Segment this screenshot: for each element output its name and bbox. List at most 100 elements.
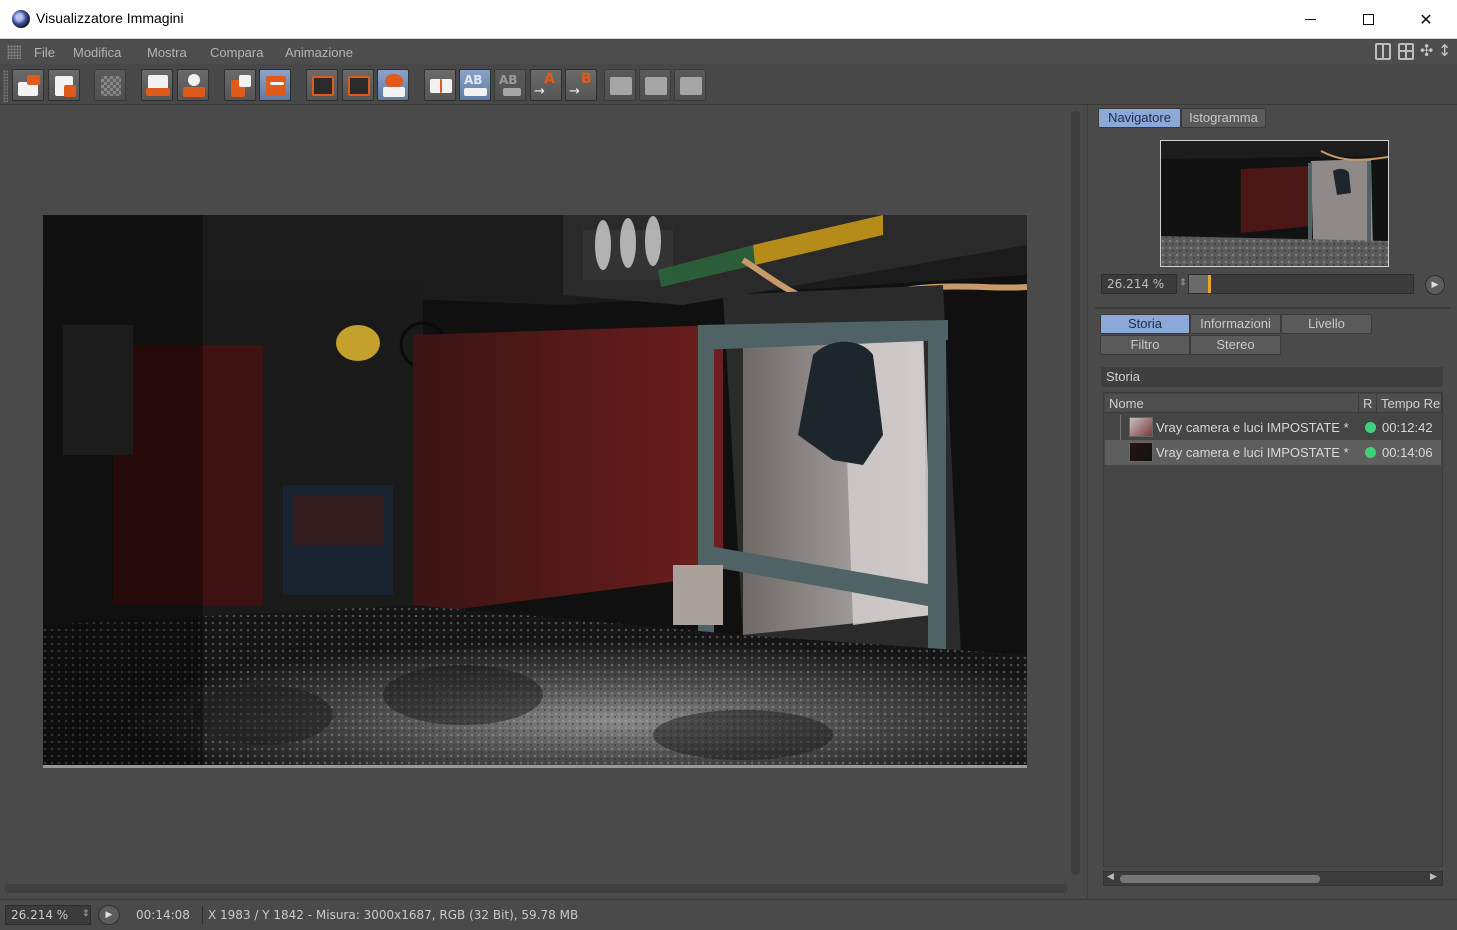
- menu-animazione[interactable]: Animazione: [285, 45, 353, 60]
- toolbar-grip[interactable]: [3, 70, 8, 102]
- menu-bar: File Modifica Mostra Compara Animazione: [0, 40, 1457, 64]
- alpha-channel-button[interactable]: [94, 69, 126, 101]
- minimize-icon: [1304, 19, 1316, 20]
- panel-divider[interactable]: [1095, 307, 1451, 309]
- navigator-zoom-slider[interactable]: [1188, 274, 1414, 294]
- toolbar: AB AB A → B →: [0, 64, 1457, 105]
- view-mode-1-button[interactable]: [306, 69, 338, 101]
- view-frame-icon: [312, 76, 334, 96]
- stereo-view-3-button[interactable]: [674, 69, 706, 101]
- tab-istogramma[interactable]: Istogramma: [1181, 108, 1266, 128]
- menu-grip-icon[interactable]: [7, 45, 21, 59]
- set-a-button[interactable]: A →: [530, 69, 562, 101]
- image-viewer-window: Visualizzatore Immagini ✕ File Modifica …: [0, 0, 1457, 930]
- render-thumbnail: [1129, 442, 1153, 462]
- move-panel-icon[interactable]: ✣: [1420, 41, 1433, 60]
- menu-mostra[interactable]: Mostra: [147, 45, 187, 60]
- view-mode-3-button[interactable]: [377, 69, 409, 101]
- maximize-icon: [1362, 14, 1374, 25]
- history-row-name: Vray camera e luci IMPOSTATE *: [1156, 445, 1349, 460]
- render-region-button[interactable]: [141, 69, 173, 101]
- tab-informazioni[interactable]: Informazioni: [1190, 314, 1281, 334]
- scroll-right-icon[interactable]: ▶: [1430, 872, 1437, 882]
- stack-icon: [266, 76, 286, 96]
- tab-storia[interactable]: Storia: [1100, 314, 1190, 334]
- stereo-view-2-button[interactable]: [639, 69, 671, 101]
- column-nome[interactable]: Nome: [1105, 394, 1359, 413]
- tab-livello[interactable]: Livello: [1281, 314, 1372, 334]
- user-icon: [188, 74, 200, 86]
- play-icon: ▶: [105, 910, 113, 920]
- status-dot-icon: [1365, 447, 1376, 458]
- save-button[interactable]: [48, 69, 80, 101]
- status-divider: [202, 906, 203, 924]
- stereo-3-icon: [680, 77, 702, 95]
- zoom-spinner-icon[interactable]: ⇕: [1179, 278, 1187, 288]
- view-frame-2-icon: [348, 76, 370, 96]
- view-mode-2-button[interactable]: [342, 69, 374, 101]
- render-garage-scene: [43, 215, 1027, 765]
- group-icon: [385, 74, 403, 88]
- cinema4d-app-icon: [12, 10, 30, 28]
- navigator-thumbnail[interactable]: [1160, 140, 1389, 267]
- scroll-thumb[interactable]: [1120, 875, 1320, 883]
- window-title: Visualizzatore Immagini: [36, 10, 184, 26]
- column-tempo[interactable]: Tempo Re: [1377, 394, 1442, 413]
- ab-split-label: AB: [464, 73, 483, 87]
- compare-ab-button[interactable]: [424, 69, 456, 101]
- status-bar: 26.214 % ⇕ ▶ 00:14:08 X 1983 / Y 1842 - …: [0, 899, 1457, 930]
- image-viewport[interactable]: [0, 105, 1088, 898]
- status-image-info: X 1983 / Y 1842 - Misura: 3000x1687, RGB…: [208, 908, 579, 922]
- menu-modifica[interactable]: Modifica: [73, 45, 121, 60]
- viewer-horizontal-scrollbar[interactable]: [4, 884, 1068, 893]
- play-icon: ▶: [1431, 280, 1439, 290]
- navigator-play-button[interactable]: ▶: [1425, 275, 1445, 295]
- status-zoom-spinner-icon[interactable]: ⇕: [82, 909, 90, 919]
- open-file-button[interactable]: [12, 69, 44, 101]
- status-play-button[interactable]: ▶: [98, 905, 120, 925]
- navigator-preview: [1161, 141, 1388, 266]
- zoom-slider-handle[interactable]: [1189, 275, 1212, 293]
- history-list[interactable]: Nome R Tempo Re Vray camera e luci IMPOS…: [1103, 392, 1443, 867]
- ab-overlay-label: AB: [499, 73, 518, 87]
- status-zoom-field[interactable]: 26.214 %: [5, 905, 91, 925]
- history-horizontal-scrollbar[interactable]: ◀ ▶: [1103, 871, 1443, 886]
- history-row[interactable]: Vray camera e luci IMPOSTATE * 00:14:06: [1105, 440, 1441, 465]
- history-row-time: 00:14:06: [1382, 445, 1433, 460]
- checker-icon: [101, 76, 121, 96]
- storia-section-header: Storia: [1101, 367, 1443, 387]
- menu-file[interactable]: File: [34, 45, 55, 60]
- status-render-time: 00:14:08: [136, 908, 190, 922]
- close-button[interactable]: ✕: [1397, 0, 1455, 39]
- layout-add-icon[interactable]: [1398, 43, 1414, 60]
- maximize-button[interactable]: [1339, 0, 1397, 39]
- close-icon: ✕: [1419, 10, 1433, 29]
- tab-stereo[interactable]: Stereo: [1190, 335, 1281, 355]
- side-panel: Navigatore Istogramma 26.214 % ⇕ ▶ Stori: [1089, 105, 1457, 898]
- set-b-button[interactable]: B →: [565, 69, 597, 101]
- scroll-left-icon[interactable]: ◀: [1107, 872, 1114, 882]
- expand-arrows-icon[interactable]: ↕: [1438, 41, 1451, 60]
- arrow-right-b-icon: →: [569, 84, 580, 99]
- rendered-image: [43, 215, 1027, 768]
- compare-ab-split-button[interactable]: AB: [459, 69, 491, 101]
- viewer-vertical-scrollbar[interactable]: [1071, 111, 1080, 875]
- history-row-time: 00:12:42: [1382, 420, 1433, 435]
- region-icon: [148, 75, 168, 89]
- paste-layer-button[interactable]: [259, 69, 291, 101]
- arrow-right-icon: →: [534, 84, 545, 99]
- navigator-zoom-field[interactable]: 26.214 %: [1101, 274, 1177, 294]
- stereo-view-1-button[interactable]: [604, 69, 636, 101]
- tab-navigatore[interactable]: Navigatore: [1098, 108, 1181, 128]
- minimize-button[interactable]: [1281, 0, 1339, 39]
- layout-single-icon[interactable]: [1375, 43, 1391, 60]
- render-user-button[interactable]: [177, 69, 209, 101]
- tab-filtro[interactable]: Filtro: [1100, 335, 1190, 355]
- stereo-2-icon: [645, 77, 667, 95]
- compare-ab-overlay-button[interactable]: AB: [494, 69, 526, 101]
- menu-compara[interactable]: Compara: [210, 45, 263, 60]
- copy-layer-button[interactable]: [224, 69, 256, 101]
- history-row[interactable]: Vray camera e luci IMPOSTATE * 00:12:42: [1105, 415, 1441, 440]
- column-r[interactable]: R: [1359, 394, 1377, 413]
- history-row-name: Vray camera e luci IMPOSTATE *: [1156, 420, 1349, 435]
